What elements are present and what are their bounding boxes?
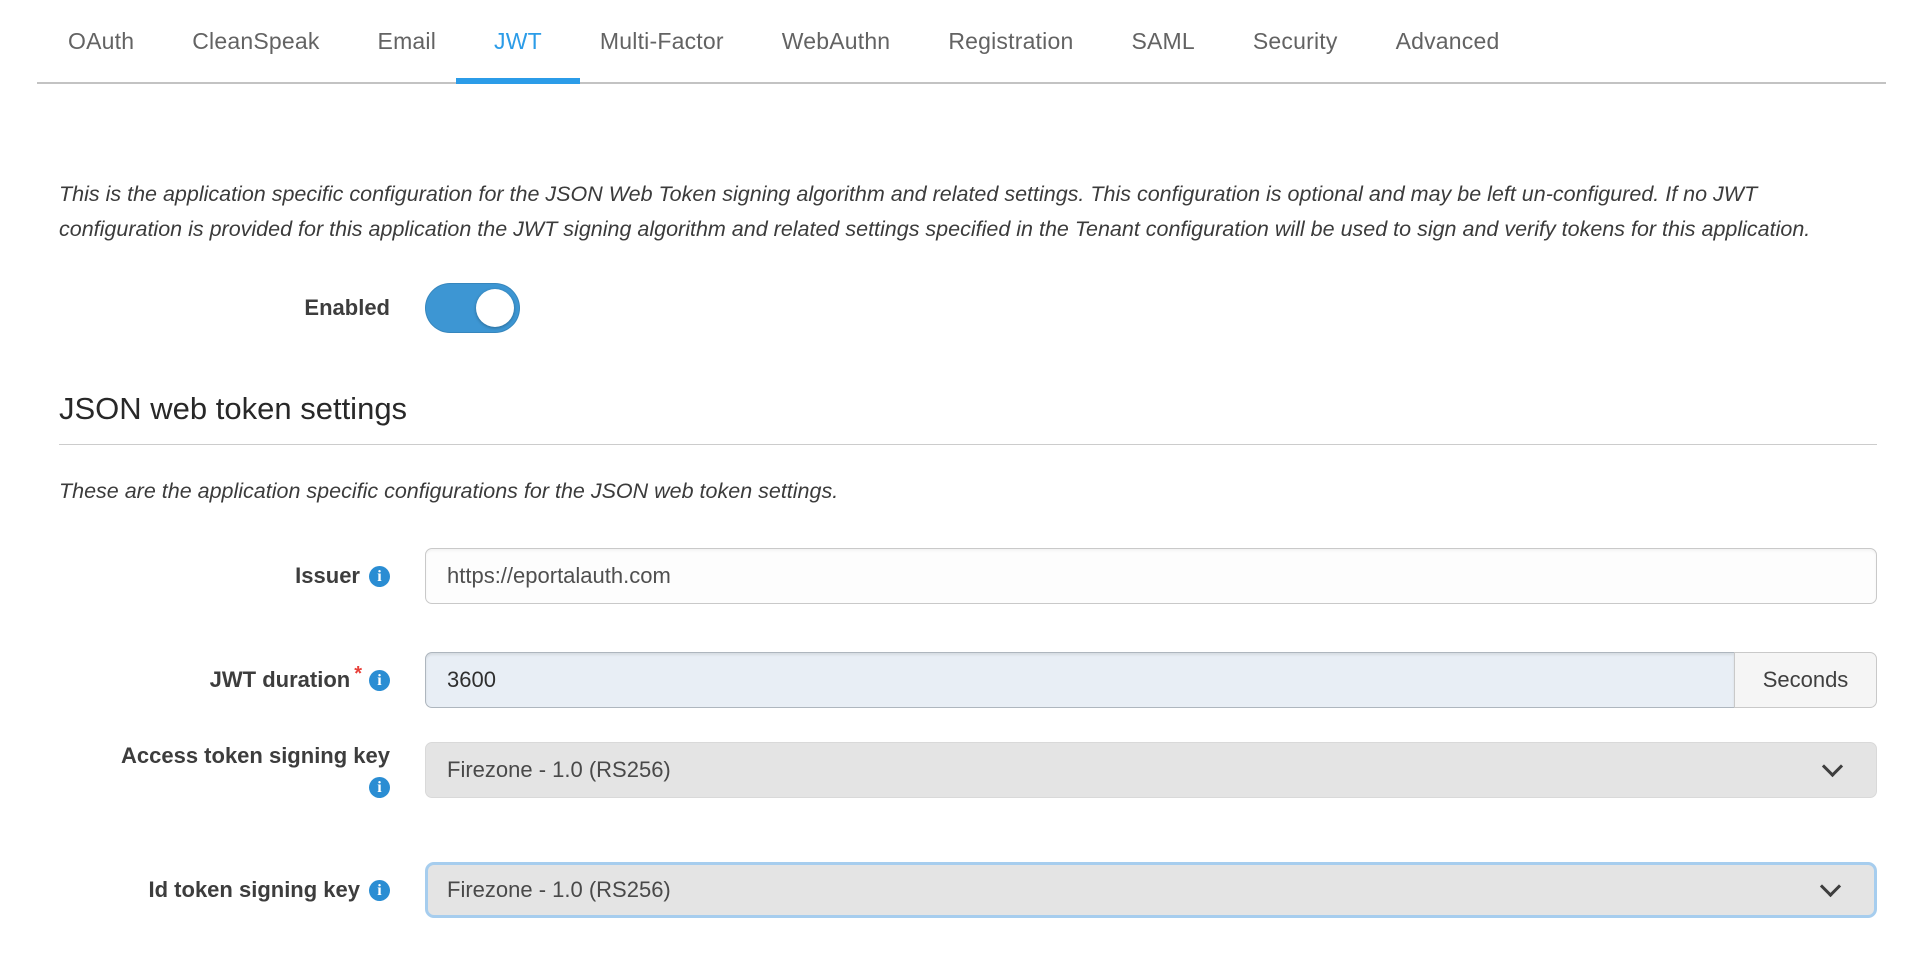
tab-oauth[interactable]: OAuth	[68, 0, 134, 82]
settings-tab-bar: OAuth CleanSpeak Email JWT Multi-Factor …	[37, 0, 1886, 84]
chevron-down-icon	[1822, 756, 1843, 777]
jwt-config-description: This is the application specific configu…	[59, 177, 1877, 247]
toggle-knob-icon	[476, 289, 514, 327]
enabled-row: Enabled	[59, 283, 1877, 333]
access-token-key-label: Access token signing key	[121, 742, 390, 770]
section-title: JSON web token settings	[59, 391, 1877, 427]
section-divider	[59, 444, 1877, 445]
access-token-key-select[interactable]: Firezone - 1.0 (RS256)	[425, 742, 1877, 798]
id-token-key-label: Id token signing key	[149, 876, 360, 904]
enabled-label-cell: Enabled	[59, 294, 390, 322]
issuer-control-cell	[425, 548, 1877, 604]
info-icon[interactable]: i	[369, 777, 390, 798]
issuer-label: Issuer	[295, 562, 360, 590]
section-description: These are the application specific confi…	[59, 479, 1877, 504]
info-icon[interactable]: i	[369, 880, 390, 901]
access-token-key-row: Access token signing key i Firezone - 1.…	[59, 742, 1877, 798]
jwt-duration-label-cell: JWT duration * i	[59, 666, 390, 694]
tab-saml[interactable]: SAML	[1131, 0, 1194, 82]
jwt-duration-control-cell: Seconds	[425, 652, 1877, 708]
jwt-duration-label: JWT duration	[210, 666, 351, 694]
tab-webauthn[interactable]: WebAuthn	[782, 0, 891, 82]
jwt-duration-row: JWT duration * i Seconds	[59, 652, 1877, 708]
required-asterisk: *	[354, 663, 362, 686]
access-token-key-selected-value: Firezone - 1.0 (RS256)	[447, 757, 671, 783]
jwt-settings-panel: This is the application specific configu…	[0, 177, 1920, 918]
jwt-duration-input[interactable]	[425, 652, 1734, 708]
issuer-input[interactable]	[425, 548, 1877, 604]
access-token-key-control-cell: Firezone - 1.0 (RS256)	[425, 742, 1877, 798]
duration-unit-addon: Seconds	[1734, 652, 1877, 708]
issuer-row: Issuer i	[59, 548, 1877, 604]
tab-jwt[interactable]: JWT	[494, 0, 542, 82]
access-token-key-label-cell: Access token signing key i	[59, 742, 390, 798]
tab-multi-factor[interactable]: Multi-Factor	[600, 0, 724, 82]
enabled-toggle[interactable]	[425, 283, 520, 333]
id-token-key-control-cell: Firezone - 1.0 (RS256)	[425, 862, 1877, 918]
id-token-key-select[interactable]: Firezone - 1.0 (RS256)	[425, 862, 1877, 918]
enabled-control-cell	[425, 283, 1877, 333]
info-icon[interactable]: i	[369, 670, 390, 691]
id-token-key-selected-value: Firezone - 1.0 (RS256)	[447, 877, 671, 903]
issuer-label-cell: Issuer i	[59, 562, 390, 590]
enabled-label: Enabled	[304, 295, 390, 320]
id-token-key-label-cell: Id token signing key i	[59, 876, 390, 904]
id-token-key-row: Id token signing key i Firezone - 1.0 (R…	[59, 862, 1877, 918]
tab-registration[interactable]: Registration	[948, 0, 1073, 82]
jwt-duration-input-group: Seconds	[425, 652, 1877, 708]
tab-cleanspeak[interactable]: CleanSpeak	[192, 0, 319, 82]
tab-security[interactable]: Security	[1253, 0, 1338, 82]
tab-email[interactable]: Email	[378, 0, 437, 82]
info-icon[interactable]: i	[369, 566, 390, 587]
tab-advanced[interactable]: Advanced	[1396, 0, 1500, 82]
chevron-down-icon	[1820, 876, 1841, 897]
